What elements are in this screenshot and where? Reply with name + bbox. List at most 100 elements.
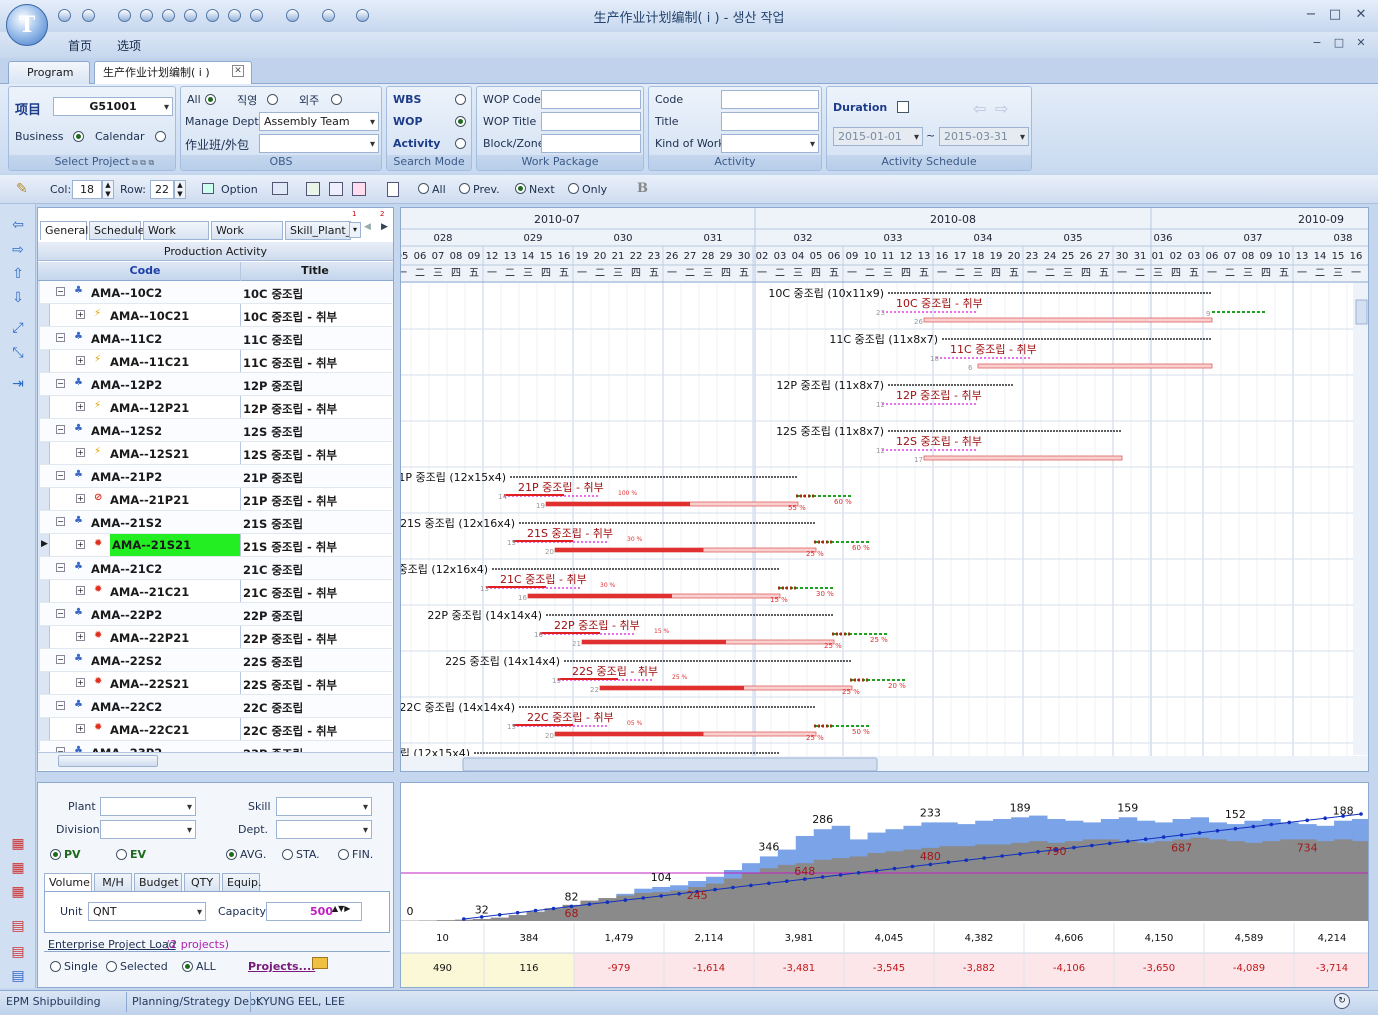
expand-toggle-icon[interactable]: + [76,632,85,641]
expand-toggle-icon[interactable]: − [56,287,65,296]
minimize-icon[interactable]: − [1302,6,1320,24]
volume-tab-2[interactable]: Budget [134,873,182,892]
expand-toggle-icon[interactable]: − [56,333,65,342]
expand-toggle-icon[interactable]: + [76,724,85,733]
pdf-icon[interactable]: ▤ [9,918,27,934]
table-row[interactable]: −♣AMA--11C211C 중조립 [40,327,392,350]
filter-prev-radio[interactable] [459,183,470,194]
option-icon[interactable] [202,183,214,194]
table-row[interactable]: −♣AMA--12S212S 중조립 [40,419,392,442]
col-input[interactable]: 18 [72,180,102,199]
table-row[interactable]: −♣AMA--22P222P 중조립 [40,603,392,626]
table-row[interactable]: +⚡AMA--11C2111C 중조립 - 취부 [40,350,392,373]
arrow-right-icon[interactable]: ⇨ [9,242,27,258]
table-row[interactable]: +✹AMA--21C2121C 중조립 - 취부 [40,580,392,603]
wop-radio[interactable] [455,116,466,127]
table-row[interactable]: +✹AMA--22S2122S 중조립 - 취부 [40,672,392,695]
indent-icon[interactable]: ⇥ [9,376,27,392]
tab-dropdown-icon[interactable]: ▾ [349,222,361,238]
collapse-icon[interactable]: ⤡ [9,345,27,361]
expand-toggle-icon[interactable]: − [56,701,65,710]
avg-radio[interactable] [226,849,237,860]
plan-bar[interactable] [924,456,1122,460]
calendar-month-icon[interactable]: ▦ [9,884,27,900]
obs-outsource-radio[interactable] [331,94,342,105]
arrow-left-icon[interactable]: ⇦ [973,99,986,118]
manage-dept-select[interactable]: Assembly Team [259,112,379,131]
menu-options[interactable]: 选项 [117,37,141,54]
volume-tab-0[interactable]: Volume [44,873,92,892]
wbs-radio[interactable] [455,94,466,105]
option-button[interactable]: Option [221,183,258,196]
monitor-icon[interactable] [272,182,288,195]
row-input[interactable]: 22 [150,180,174,199]
play-icon[interactable] [306,182,320,196]
app-logo-icon[interactable]: T [6,4,48,46]
expand-toggle-icon[interactable]: − [56,609,65,618]
calendar-radio[interactable] [155,131,166,142]
plan-bar[interactable] [978,364,1212,368]
activity-code-input[interactable] [721,90,819,109]
kind-of-work-select[interactable] [721,134,819,153]
table-row[interactable]: +✹AMA--21S2121S 중조립 - 취부 [40,534,392,557]
gantt-vscrollbar[interactable] [1353,283,1369,755]
expand-toggle-icon[interactable]: − [56,379,65,388]
expand-toggle-icon[interactable]: + [76,540,85,549]
obs-all-radio[interactable] [205,94,216,105]
arrow-left-icon[interactable]: ⇦ [9,217,27,233]
expand-toggle-icon[interactable]: + [76,402,85,411]
dept-select[interactable] [276,820,372,839]
volume-tab-3[interactable]: QTY [184,873,220,892]
expand-toggle-icon[interactable]: − [56,471,65,480]
tab-production-plan[interactable]: 生产作业计划编制( i ) [94,61,252,84]
col-title-header[interactable]: Title [240,264,390,277]
selected-radio[interactable] [106,961,117,972]
table-row[interactable]: −♣AMA--21S221S 중조립 [40,511,392,534]
business-radio[interactable] [73,131,84,142]
folder-icon[interactable] [312,957,328,969]
progress-bar[interactable] [546,502,690,506]
expand-toggle-icon[interactable]: + [76,356,85,365]
ribbon-dialog-icons[interactable]: ⧉ ⧉ ⧉ [132,158,154,168]
skill-select[interactable] [276,797,372,816]
grid-tab-3[interactable]: Work Volumn [211,221,283,240]
table-row[interactable]: −♣AMA--22S222S 중조립 [40,649,392,672]
plant-select[interactable] [100,797,196,816]
fin-radio[interactable] [338,849,349,860]
plan-bar[interactable] [924,318,1212,322]
arrow-down-icon[interactable]: ⇩ [9,290,27,306]
gantt-vscroll-thumb[interactable] [1356,300,1367,324]
grid-tab-1[interactable]: Schedule [89,221,141,240]
document-icon[interactable] [387,182,399,197]
menu-home[interactable]: 首页 [68,37,92,54]
table-row[interactable]: −♣AMA--22C222C 중조립 [40,695,392,718]
table-row[interactable]: −♣AMA--21P221P 중조립 [40,465,392,488]
sta-radio[interactable] [282,849,293,860]
col-spinner[interactable]: ▲▼ [102,180,114,199]
expand-toggle-icon[interactable]: + [76,310,85,319]
tab-close-icon[interactable]: ✕ [232,65,244,77]
enterprise-project-load-link[interactable]: Enterprise Project Load [48,938,176,951]
doc-close-icon[interactable]: ✕ [1352,34,1370,52]
progress-bar[interactable] [555,548,704,552]
calendar-week-icon[interactable]: ▦ [9,860,27,876]
table-row[interactable]: −♣AMA--10C210C 중조립 [40,281,392,304]
start-date-input[interactable]: 2015-01-01 [833,127,923,146]
capacity-spinner[interactable]: ▲▼▶ [332,904,350,913]
projects-link[interactable]: Projects.... [248,960,315,973]
expand-toggle-icon[interactable]: − [56,655,65,664]
close-icon[interactable]: ✕ [1352,6,1370,24]
progress-bar[interactable] [555,732,704,736]
table-row[interactable]: +⚡AMA--10C2110C 중조립 - 취부 [40,304,392,327]
project-select[interactable]: G51001 [53,97,173,116]
arrow-right-icon[interactable]: ⇨ [995,99,1008,118]
table-row[interactable]: +⚡AMA--12S2112S 중조립 - 취부 [40,442,392,465]
expand-toggle-icon[interactable]: + [76,494,85,503]
single-radio[interactable] [50,961,61,972]
block-zone-input[interactable] [541,134,641,153]
volume-tab-4[interactable]: Equip. [222,873,260,892]
tab-program[interactable]: Program [8,61,90,84]
col-code-header[interactable]: Code [50,264,240,277]
expand-toggle-icon[interactable]: − [56,425,65,434]
all-projects-radio[interactable] [182,961,193,972]
